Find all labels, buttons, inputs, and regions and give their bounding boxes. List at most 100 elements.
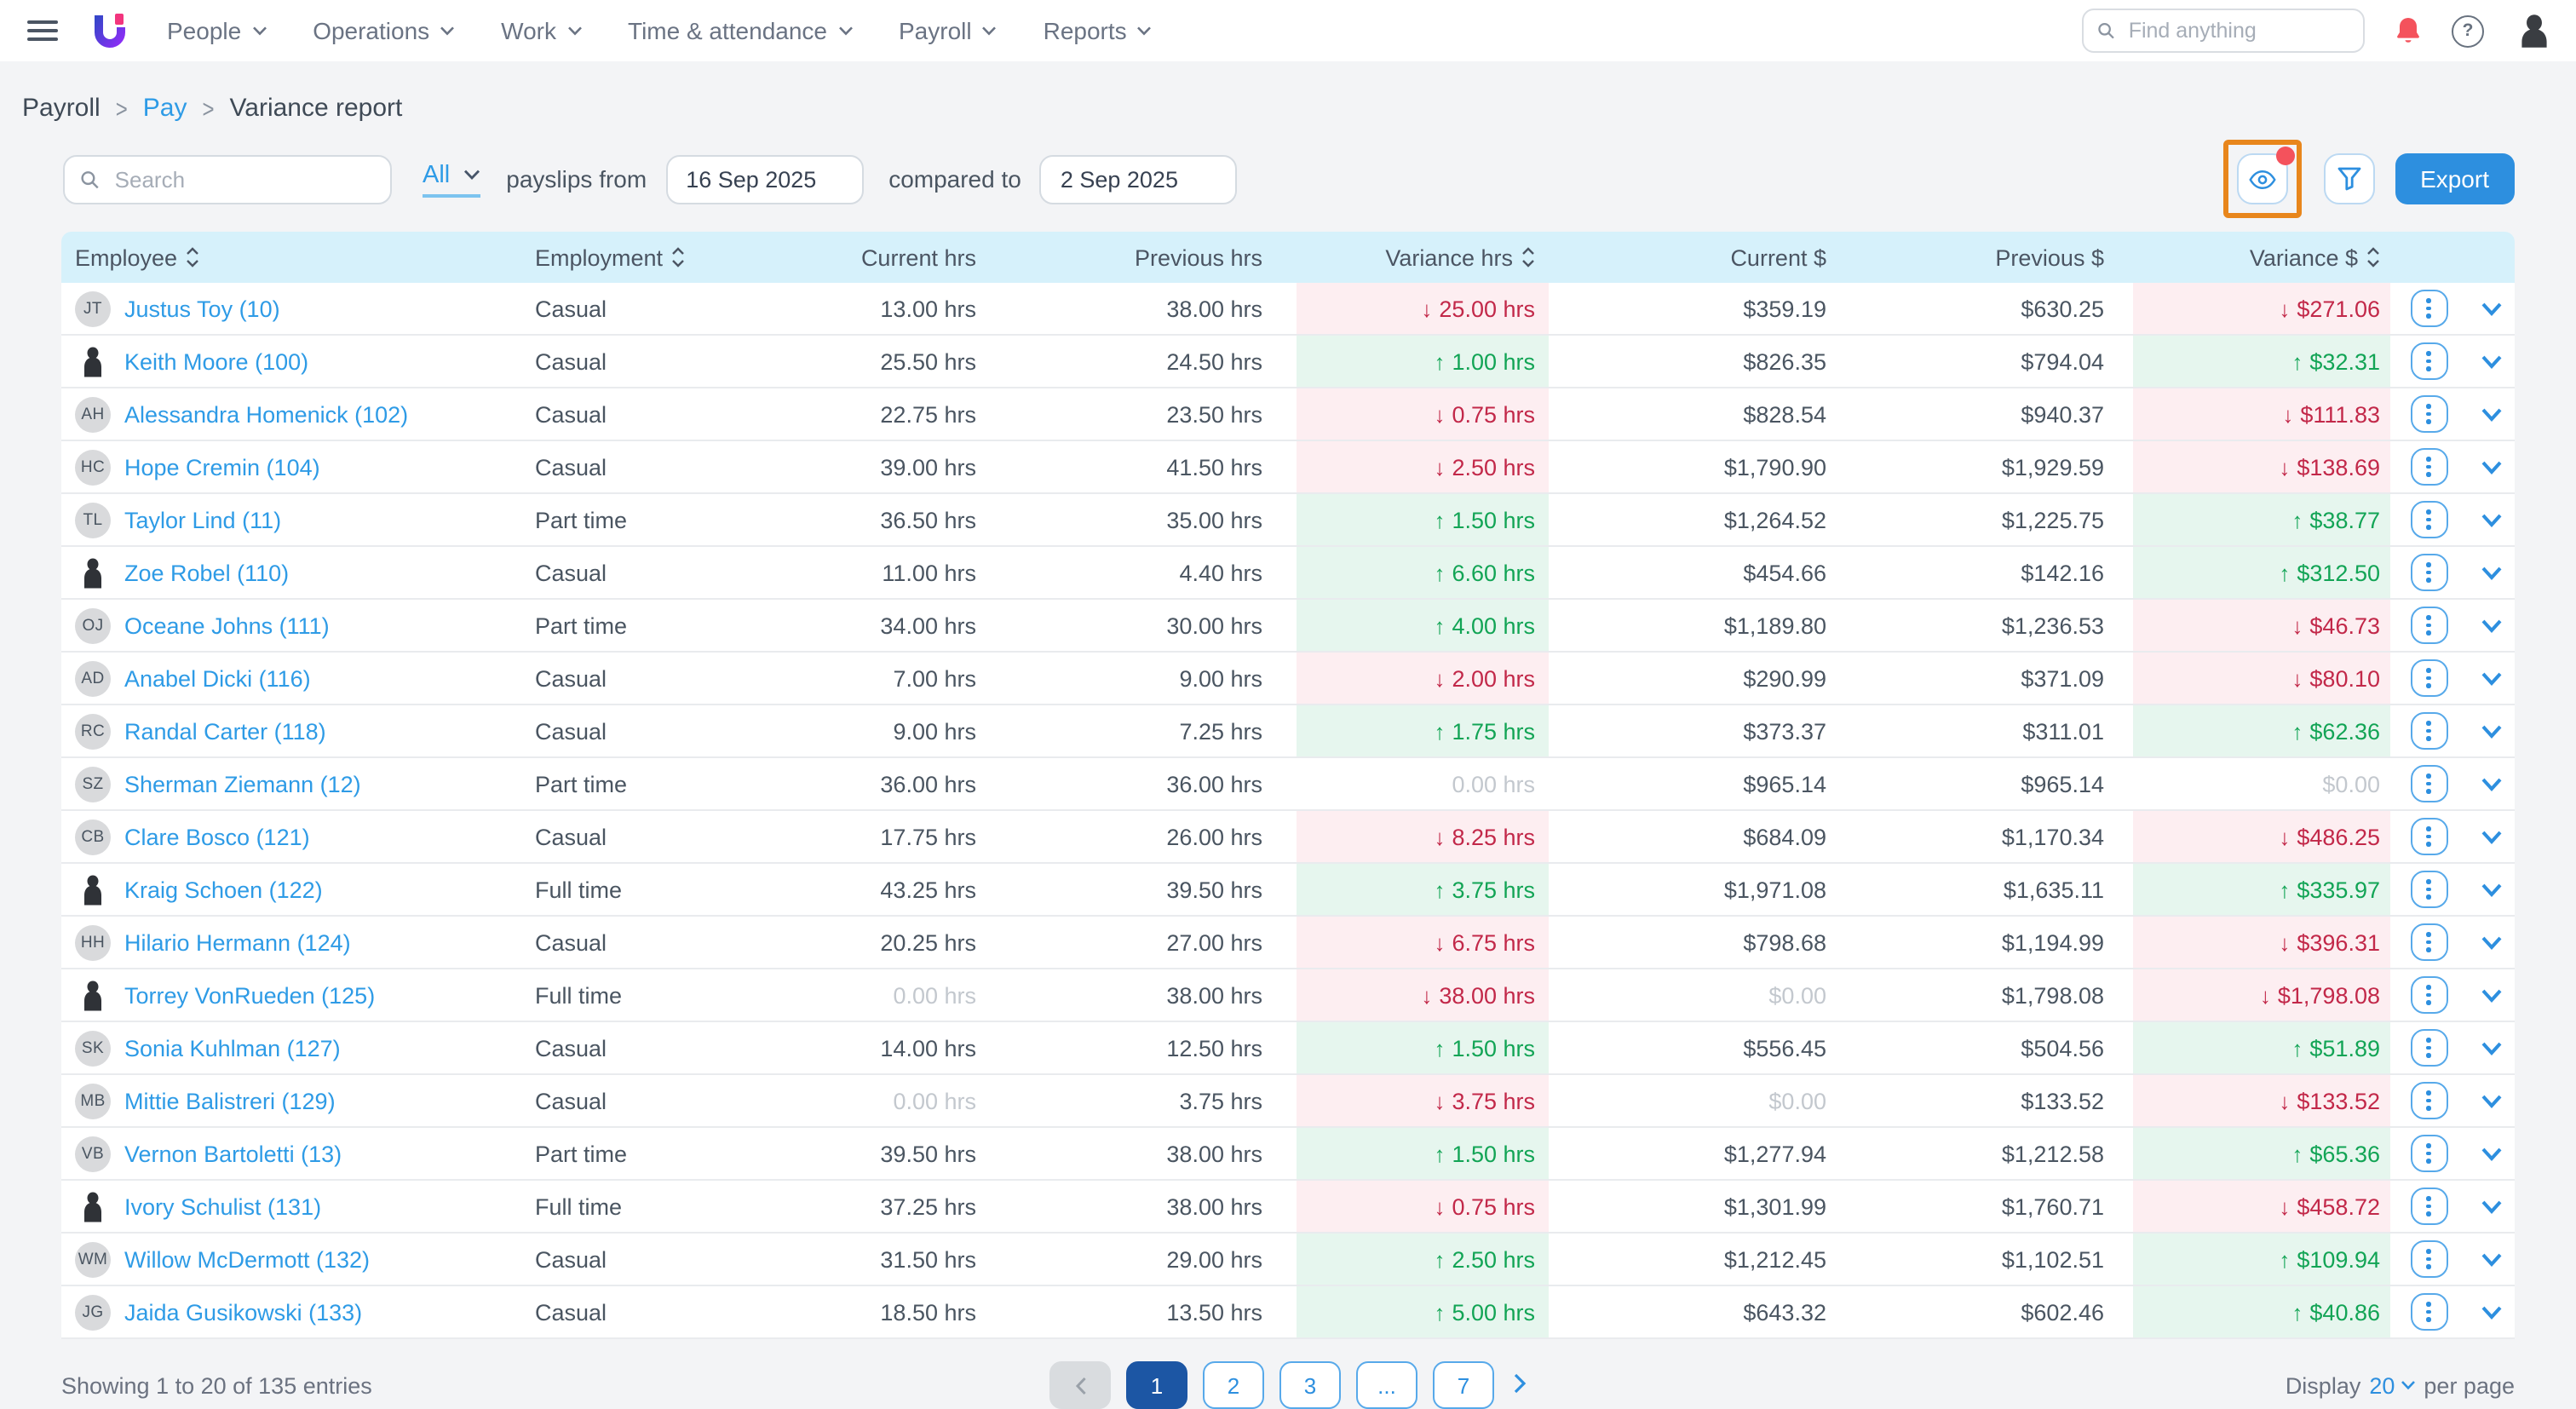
- row-expand-chevron-icon[interactable]: [2480, 776, 2502, 791]
- export-button[interactable]: Export: [2395, 153, 2515, 204]
- employee-link[interactable]: Jaida Gusikowski (133): [124, 1299, 362, 1325]
- row-actions-button[interactable]: [2410, 976, 2447, 1014]
- filter-button[interactable]: [2323, 153, 2374, 204]
- row-expand-chevron-icon[interactable]: [2480, 1251, 2502, 1267]
- menu-item-people[interactable]: People: [167, 17, 267, 44]
- row-expand-cell[interactable]: [2467, 1128, 2515, 1179]
- row-actions-button[interactable]: [2410, 342, 2447, 380]
- column-header-employment[interactable]: Employment: [521, 244, 734, 270]
- hamburger-menu-icon[interactable]: [27, 20, 58, 41]
- employee-link[interactable]: Clare Bosco (121): [124, 824, 310, 849]
- row-expand-chevron-icon[interactable]: [2480, 1304, 2502, 1320]
- row-actions-button[interactable]: [2410, 607, 2447, 644]
- row-expand-cell[interactable]: [2467, 917, 2515, 968]
- row-expand-chevron-icon[interactable]: [2480, 829, 2502, 844]
- pagination-next-button[interactable]: [1513, 1371, 1527, 1400]
- row-expand-chevron-icon[interactable]: [2480, 935, 2502, 950]
- row-expand-cell[interactable]: [2467, 1286, 2515, 1337]
- employee-link[interactable]: Oceane Johns (111): [124, 612, 330, 638]
- employee-link[interactable]: Hilario Hermann (124): [124, 929, 351, 955]
- row-actions-button[interactable]: [2410, 501, 2447, 538]
- table-search-input[interactable]: [112, 164, 375, 193]
- row-expand-chevron-icon[interactable]: [2480, 354, 2502, 369]
- row-actions-button[interactable]: [2410, 765, 2447, 802]
- row-expand-cell[interactable]: [2467, 811, 2515, 862]
- row-actions-button[interactable]: [2410, 712, 2447, 750]
- row-expand-chevron-icon[interactable]: [2480, 882, 2502, 897]
- row-expand-cell[interactable]: [2467, 705, 2515, 756]
- employee-link[interactable]: Kraig Schoen (122): [124, 877, 323, 902]
- menu-item-time-attendance[interactable]: Time & attendance: [628, 17, 853, 44]
- employee-link[interactable]: Sonia Kuhlman (127): [124, 1035, 341, 1061]
- row-expand-chevron-icon[interactable]: [2480, 301, 2502, 316]
- breadcrumb-pay-link[interactable]: Pay: [143, 94, 187, 123]
- row-actions-button[interactable]: [2410, 818, 2447, 855]
- table-search-box[interactable]: [63, 154, 392, 204]
- row-expand-chevron-icon[interactable]: [2480, 1093, 2502, 1108]
- row-actions-button[interactable]: [2410, 1082, 2447, 1119]
- row-expand-cell[interactable]: [2467, 283, 2515, 334]
- row-expand-chevron-icon[interactable]: [2480, 1199, 2502, 1214]
- row-expand-cell[interactable]: [2467, 1022, 2515, 1073]
- employee-link[interactable]: Torrey VonRueden (125): [124, 982, 375, 1008]
- row-expand-cell[interactable]: [2467, 494, 2515, 545]
- help-icon[interactable]: ?: [2452, 14, 2484, 47]
- row-expand-cell[interactable]: [2467, 600, 2515, 651]
- employee-link[interactable]: Keith Moore (100): [124, 348, 308, 374]
- notifications-bell-icon[interactable]: [2394, 15, 2423, 46]
- row-expand-cell[interactable]: [2467, 969, 2515, 1021]
- row-expand-cell[interactable]: [2467, 547, 2515, 598]
- row-expand-cell[interactable]: [2467, 441, 2515, 492]
- row-expand-chevron-icon[interactable]: [2480, 565, 2502, 580]
- row-actions-button[interactable]: [2410, 871, 2447, 908]
- row-actions-button[interactable]: [2410, 448, 2447, 486]
- row-expand-chevron-icon[interactable]: [2480, 618, 2502, 633]
- column-header-variance-hrs[interactable]: Variance hrs: [1297, 244, 1549, 270]
- employee-link[interactable]: Zoe Robel (110): [124, 560, 289, 585]
- menu-item-payroll[interactable]: Payroll: [899, 17, 998, 44]
- column-header-variance-amount[interactable]: Variance $: [2133, 244, 2390, 270]
- row-expand-chevron-icon[interactable]: [2480, 512, 2502, 527]
- app-logo[interactable]: [92, 10, 129, 51]
- menu-item-operations[interactable]: Operations: [313, 17, 455, 44]
- row-actions-button[interactable]: [2410, 395, 2447, 433]
- column-visibility-button[interactable]: [2236, 153, 2287, 204]
- employee-link[interactable]: Willow McDermott (132): [124, 1246, 370, 1272]
- row-expand-cell[interactable]: [2467, 1181, 2515, 1232]
- row-expand-chevron-icon[interactable]: [2480, 1146, 2502, 1161]
- pagination-prev-button[interactable]: [1049, 1361, 1111, 1409]
- employee-link[interactable]: Ivory Schulist (131): [124, 1193, 321, 1219]
- row-expand-cell[interactable]: [2467, 1075, 2515, 1126]
- page-button-7[interactable]: 7: [1433, 1361, 1494, 1409]
- scope-select[interactable]: All: [423, 161, 480, 197]
- row-expand-cell[interactable]: [2467, 653, 2515, 704]
- employee-link[interactable]: Hope Cremin (104): [124, 454, 320, 480]
- breadcrumb-payroll[interactable]: Payroll: [22, 94, 101, 123]
- row-actions-button[interactable]: [2410, 1240, 2447, 1278]
- page-button-1[interactable]: 1: [1126, 1361, 1187, 1409]
- row-expand-cell[interactable]: [2467, 336, 2515, 387]
- row-expand-chevron-icon[interactable]: [2480, 987, 2502, 1003]
- row-expand-chevron-icon[interactable]: [2480, 670, 2502, 686]
- employee-link[interactable]: Vernon Bartoletti (13): [124, 1141, 342, 1166]
- employee-link[interactable]: Taylor Lind (11): [124, 507, 281, 532]
- row-actions-button[interactable]: [2410, 1135, 2447, 1172]
- menu-item-reports[interactable]: Reports: [1044, 17, 1153, 44]
- row-actions-button[interactable]: [2410, 923, 2447, 961]
- column-header-employee[interactable]: Employee: [61, 244, 521, 270]
- row-expand-cell[interactable]: [2467, 758, 2515, 809]
- row-actions-button[interactable]: [2410, 1188, 2447, 1225]
- employee-link[interactable]: Anabel Dicki (116): [124, 665, 311, 691]
- row-actions-button[interactable]: [2410, 1293, 2447, 1331]
- row-expand-cell[interactable]: [2467, 388, 2515, 440]
- employee-link[interactable]: Sherman Ziemann (12): [124, 771, 361, 797]
- page-button-...[interactable]: ...: [1356, 1361, 1417, 1409]
- employee-link[interactable]: Mittie Balistreri (129): [124, 1088, 336, 1113]
- global-search-input[interactable]: [2125, 17, 2349, 44]
- row-actions-button[interactable]: [2410, 659, 2447, 697]
- row-expand-chevron-icon[interactable]: [2480, 406, 2502, 422]
- page-button-2[interactable]: 2: [1203, 1361, 1264, 1409]
- page-button-3[interactable]: 3: [1279, 1361, 1341, 1409]
- date-compare-input[interactable]: 2 Sep 2025: [1040, 154, 1238, 204]
- employee-link[interactable]: Randal Carter (118): [124, 718, 326, 744]
